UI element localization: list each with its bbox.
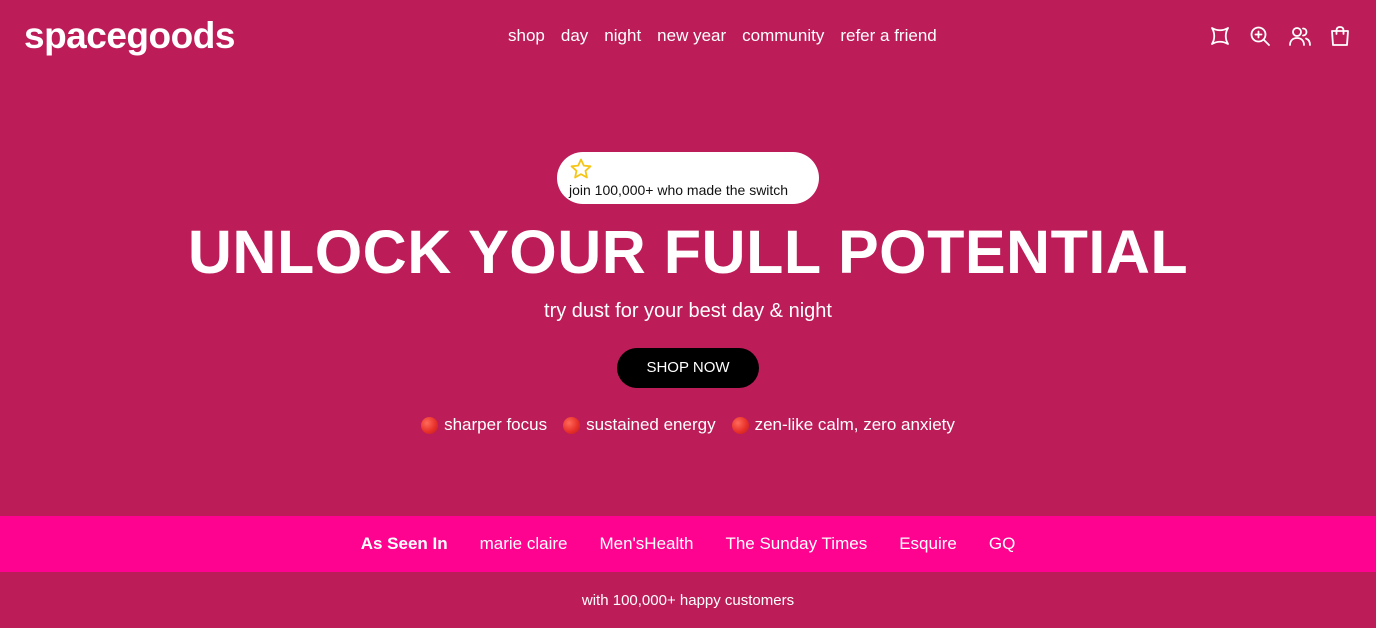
benefits-list: sharper focus sustained energy zen-like …	[0, 413, 1376, 437]
benefit-label: sharper focus	[444, 415, 548, 434]
red-circle-icon	[421, 416, 439, 434]
press-label: As Seen In	[360, 534, 448, 553]
red-circle-icon	[563, 416, 581, 434]
nav-item-new-year[interactable]: new year	[649, 24, 734, 48]
press-outlet-esquire: Esquire	[899, 534, 957, 553]
social-proof-badge: join 100,000+ who made the switch	[557, 152, 819, 204]
nav-item-community[interactable]: community	[734, 24, 832, 48]
press-outlet-mens-health: Men'sHealth	[599, 534, 694, 553]
benefit-item: sustained energy	[563, 413, 716, 437]
press-outlet-gq: GQ	[988, 534, 1016, 553]
benefit-item: zen-like calm, zero anxiety	[731, 413, 955, 437]
search-icon[interactable]	[1244, 20, 1276, 52]
hero-subhead: try dust for your best day & night	[544, 300, 832, 322]
press-bar: As Seen In marie claire Men'sHealth The …	[0, 516, 1376, 572]
benefit-item: sharper focus	[421, 413, 547, 437]
nav-item-refer-a-friend[interactable]: refer a friend	[832, 24, 944, 48]
logo[interactable]: spacegoods	[24, 14, 235, 58]
nav-item-night[interactable]: night	[596, 24, 649, 48]
press-outlet-sunday-times: The Sunday Times	[725, 534, 868, 553]
account-icon[interactable]	[1284, 20, 1316, 52]
hero-headline: UNLOCK YOUR FULL POTENTIAL	[187, 218, 1189, 286]
cart-icon[interactable]	[1324, 20, 1356, 52]
benefit-label: sustained energy	[586, 415, 716, 434]
main-nav: shop day night new year community refer …	[500, 24, 945, 48]
press-outlet-marie-claire: marie claire	[479, 534, 568, 553]
nav-item-day[interactable]: day	[553, 24, 596, 48]
benefit-label: zen-like calm, zero anxiety	[754, 415, 955, 434]
customers-note: with 100,000+ happy customers	[581, 592, 795, 609]
badge-text: join 100,000+ who made the switch	[569, 182, 789, 198]
nav-item-shop[interactable]: shop	[500, 24, 553, 48]
shop-now-button[interactable]: SHOP NOW	[617, 348, 759, 388]
site-header: spacegoods shop day night new year commu…	[0, 0, 1376, 72]
star-icon	[570, 158, 592, 179]
rewards-icon[interactable]	[1204, 20, 1236, 52]
red-circle-icon	[731, 416, 749, 434]
header-icons	[1204, 20, 1356, 52]
